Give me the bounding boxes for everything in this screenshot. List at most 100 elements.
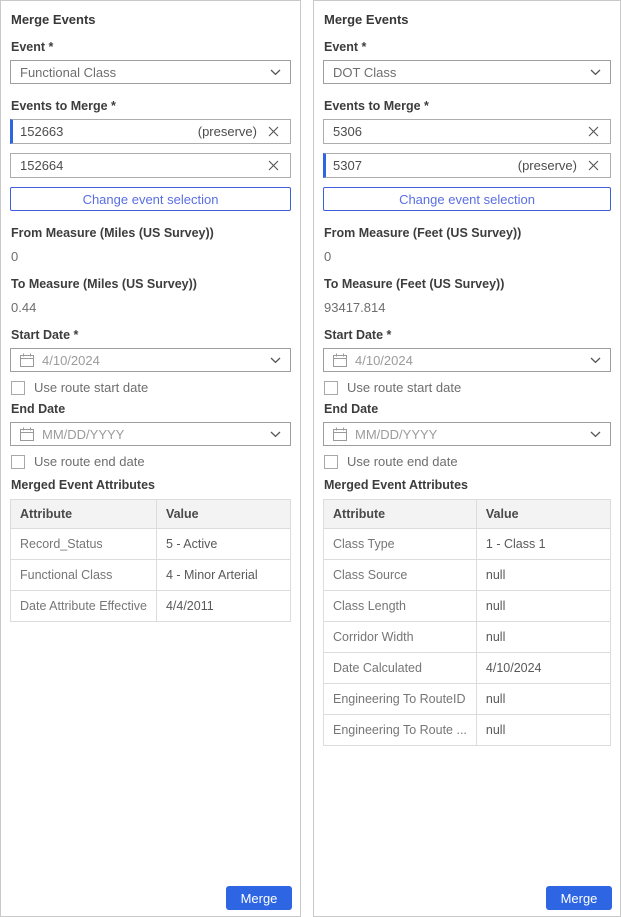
use-route-start-date-checkbox[interactable] [324, 381, 338, 395]
to-measure-label: To Measure (Feet (US Survey)) [324, 277, 611, 291]
use-route-start-date-row: Use route start date [324, 380, 611, 395]
start-date-value: 4/10/2024 [42, 353, 262, 368]
from-measure-label: From Measure (Miles (US Survey)) [11, 226, 291, 240]
merge-button[interactable]: Merge [546, 886, 612, 910]
from-measure-section: From Measure (Miles (US Survey)) 0 [10, 226, 291, 264]
use-route-start-date-label: Use route start date [347, 380, 461, 395]
remove-event-button[interactable] [586, 158, 601, 173]
event-id-value: 5307 [333, 158, 518, 173]
event-to-merge-item: 152664 [10, 153, 291, 178]
use-route-end-date-checkbox[interactable] [11, 455, 25, 469]
merged-event-attributes-table: Attribute Value Class Type 1 - Class 1 C… [323, 499, 611, 746]
calendar-icon [20, 353, 34, 367]
table-header-row: Attribute Value [324, 500, 611, 529]
value-cell: null [476, 684, 610, 715]
to-measure-section: To Measure (Feet (US Survey)) 93417.814 [323, 277, 611, 315]
start-date-input[interactable]: 4/10/2024 [323, 348, 611, 372]
table-row: Class Source null [324, 560, 611, 591]
use-route-end-date-row: Use route end date [324, 454, 611, 469]
attribute-column-header: Attribute [11, 500, 157, 529]
value-cell: null [476, 715, 610, 746]
event-select[interactable]: Functional Class [10, 60, 291, 84]
merged-event-attributes-label: Merged Event Attributes [324, 478, 611, 492]
merge-events-panel-right: Merge Events Event * DOT Class Events to… [313, 0, 621, 917]
event-select-value: DOT Class [333, 65, 590, 80]
from-measure-section: From Measure (Feet (US Survey)) 0 [323, 226, 611, 264]
attribute-cell: Date Attribute Effective [11, 591, 157, 622]
value-cell: 4 - Minor Arterial [156, 560, 290, 591]
end-date-input[interactable]: MM/DD/YYYY [10, 422, 291, 446]
end-date-placeholder: MM/DD/YYYY [42, 427, 262, 442]
use-route-end-date-checkbox[interactable] [324, 455, 338, 469]
attribute-cell: Engineering To RouteID [324, 684, 477, 715]
event-label: Event * [11, 40, 291, 54]
event-select-value: Functional Class [20, 65, 270, 80]
table-row: Date Attribute Effective 4/4/2011 [11, 591, 291, 622]
table-row: Corridor Width null [324, 622, 611, 653]
value-column-header: Value [156, 500, 290, 529]
value-column-header: Value [476, 500, 610, 529]
merge-events-panel-left: Merge Events Event * Functional Class Ev… [0, 0, 301, 917]
chevron-down-icon [270, 431, 281, 438]
merged-event-attributes-table: Attribute Value Record_Status 5 - Active… [10, 499, 291, 622]
panel-title: Merge Events [324, 12, 611, 27]
change-event-selection-button[interactable]: Change event selection [10, 187, 291, 211]
remove-event-button[interactable] [586, 124, 601, 139]
use-route-start-date-checkbox[interactable] [11, 381, 25, 395]
events-to-merge-label: Events to Merge * [11, 99, 291, 113]
value-cell: null [476, 591, 610, 622]
start-date-value: 4/10/2024 [355, 353, 582, 368]
table-row: Engineering To Route ... null [324, 715, 611, 746]
start-date-input[interactable]: 4/10/2024 [10, 348, 291, 372]
attribute-cell: Functional Class [11, 560, 157, 591]
end-date-label: End Date [324, 402, 611, 416]
merged-event-attributes-label: Merged Event Attributes [11, 478, 291, 492]
event-label: Event * [324, 40, 611, 54]
table-row: Date Calculated 4/10/2024 [324, 653, 611, 684]
from-measure-value: 0 [324, 249, 611, 264]
preserve-tag: (preserve) [198, 124, 257, 139]
table-row: Class Length null [324, 591, 611, 622]
attribute-cell: Class Type [324, 529, 477, 560]
change-event-selection-button[interactable]: Change event selection [323, 187, 611, 211]
remove-event-button[interactable] [266, 158, 281, 173]
use-route-end-date-label: Use route end date [347, 454, 458, 469]
use-route-end-date-row: Use route end date [11, 454, 291, 469]
event-to-merge-item: 152663 (preserve) [10, 119, 291, 144]
attribute-column-header: Attribute [324, 500, 477, 529]
event-select[interactable]: DOT Class [323, 60, 611, 84]
event-to-merge-item: 5307 (preserve) [323, 153, 611, 178]
value-cell: 5 - Active [156, 529, 290, 560]
merge-events-workspace: Merge Events Event * Functional Class Ev… [0, 0, 621, 917]
from-measure-label: From Measure (Feet (US Survey)) [324, 226, 611, 240]
calendar-icon [20, 427, 34, 441]
end-date-input[interactable]: MM/DD/YYYY [323, 422, 611, 446]
panel-title: Merge Events [11, 12, 291, 27]
to-measure-label: To Measure (Miles (US Survey)) [11, 277, 291, 291]
start-date-label: Start Date * [324, 328, 611, 342]
value-cell: null [476, 560, 610, 591]
to-measure-value: 93417.814 [324, 300, 611, 315]
table-header-row: Attribute Value [11, 500, 291, 529]
end-date-label: End Date [11, 402, 291, 416]
to-measure-section: To Measure (Miles (US Survey)) 0.44 [10, 277, 291, 315]
use-route-end-date-label: Use route end date [34, 454, 145, 469]
attribute-cell: Engineering To Route ... [324, 715, 477, 746]
from-measure-value: 0 [11, 249, 291, 264]
event-to-merge-item: 5306 [323, 119, 611, 144]
chevron-down-icon [270, 357, 281, 364]
end-date-placeholder: MM/DD/YYYY [355, 427, 582, 442]
events-to-merge-label: Events to Merge * [324, 99, 611, 113]
start-date-label: Start Date * [11, 328, 291, 342]
value-cell: null [476, 622, 610, 653]
attribute-cell: Class Length [324, 591, 477, 622]
use-route-start-date-row: Use route start date [11, 380, 291, 395]
merge-button[interactable]: Merge [226, 886, 292, 910]
calendar-icon [333, 427, 347, 441]
value-cell: 4/4/2011 [156, 591, 290, 622]
event-id-value: 152663 [20, 124, 198, 139]
attribute-cell: Corridor Width [324, 622, 477, 653]
calendar-icon [333, 353, 347, 367]
remove-event-button[interactable] [266, 124, 281, 139]
attribute-cell: Class Source [324, 560, 477, 591]
